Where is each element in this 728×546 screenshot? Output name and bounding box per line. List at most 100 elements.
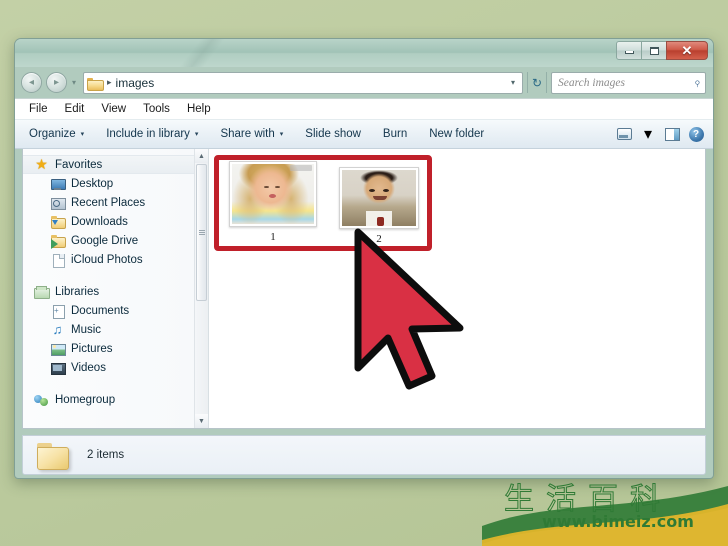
chevron-down-icon: ▾ [194, 131, 199, 138]
minimize-icon [624, 51, 634, 54]
page-icon [50, 253, 65, 268]
preview-pane-button[interactable] [661, 124, 683, 144]
burn-button[interactable]: Burn [383, 128, 407, 140]
menu-item-tools[interactable]: Tools [143, 103, 170, 115]
sidebar-label-desktop: Desktop [71, 177, 114, 190]
thumbnail-portrait-woman [232, 164, 314, 224]
sidebar-label-recent-places: Recent Places [71, 196, 146, 209]
menu-item-help[interactable]: Help [187, 103, 211, 115]
sidebar-label-favorites: Favorites [55, 158, 103, 171]
sidebar-item-google-drive[interactable]: Google Drive [23, 231, 208, 250]
sidebar-item-documents[interactable]: Documents [23, 301, 208, 320]
scroll-down-arrow-icon[interactable]: ▼ [195, 414, 208, 428]
file-item-1[interactable]: 1 [225, 161, 321, 243]
scroll-up-arrow-icon[interactable]: ▲ [195, 149, 208, 163]
sidebar-label-downloads: Downloads [71, 215, 128, 228]
forward-icon: ▸ [53, 77, 60, 88]
new-folder-button[interactable]: New folder [429, 128, 484, 140]
thumbnail-watermark [290, 165, 312, 171]
sidebar-label-libraries: Libraries [55, 285, 100, 298]
star-icon: ★ [35, 155, 48, 172]
sidebar-scrollbar[interactable]: ▲ ▼ [194, 149, 208, 428]
recent-places-icon [50, 196, 66, 210]
sidebar-item-music[interactable]: ♫ Music [23, 320, 208, 339]
slide-show-button[interactable]: Slide show [305, 128, 361, 140]
include-in-library-button[interactable]: Include in library ▾ [106, 128, 198, 140]
share-with-button[interactable]: Share with ▾ [220, 128, 283, 140]
thumbnail-1 [229, 161, 317, 227]
breadcrumb-images[interactable]: images [116, 76, 155, 90]
watermark-url: www.bimeiz.com [542, 512, 694, 531]
window-controls: ✕ [616, 41, 708, 60]
refresh-button[interactable]: ↻ [527, 72, 547, 93]
homegroup-icon [34, 393, 49, 407]
google-drive-folder-icon [50, 234, 66, 249]
chevron-down-icon: ▾ [80, 131, 85, 138]
sidebar-item-pictures[interactable]: Pictures [23, 339, 208, 358]
sidebar-label-documents: Documents [71, 304, 130, 317]
change-view-button[interactable] [613, 124, 635, 144]
change-view-caret-button[interactable]: ▾ [637, 124, 659, 144]
file-label-1: 1 [270, 231, 276, 243]
menu-item-view[interactable]: View [101, 103, 126, 115]
help-icon: ? [688, 126, 704, 142]
downloads-folder-icon [50, 215, 66, 229]
menu-item-file[interactable]: File [29, 103, 48, 115]
sidebar-label-pictures: Pictures [71, 342, 113, 355]
share-with-label: Share with [220, 128, 275, 140]
organize-button[interactable]: Organize ▾ [29, 128, 84, 140]
folder-icon [87, 77, 105, 91]
history-caret-icon[interactable]: ▾ [72, 78, 76, 87]
desktop-icon [50, 177, 66, 191]
maximize-icon [649, 46, 659, 55]
file-item-2[interactable]: 2 [331, 167, 427, 245]
help-button[interactable]: ? [685, 124, 707, 144]
menu-bar: File Edit View Tools Help [15, 98, 713, 119]
thumbnail-2 [339, 167, 419, 229]
libraries-icon [34, 285, 50, 299]
minimize-button[interactable] [616, 41, 642, 60]
close-button[interactable]: ✕ [666, 41, 708, 60]
maximize-button[interactable] [641, 41, 667, 60]
pictures-icon [50, 342, 66, 356]
explorer-body: ★ Favorites Desktop Recent Places Downlo… [22, 149, 706, 429]
close-icon: ✕ [681, 43, 693, 58]
sidebar-item-videos[interactable]: Videos [23, 358, 208, 377]
back-button[interactable]: ◂ [21, 72, 42, 93]
file-list-pane[interactable]: 1 2 [209, 149, 705, 428]
search-placeholder: Search images [558, 76, 625, 89]
decor [368, 189, 375, 193]
sidebar-label-google-drive: Google Drive [71, 234, 139, 247]
documents-icon [50, 304, 65, 319]
sidebar-item-icloud-photos[interactable]: iCloud Photos [23, 250, 208, 269]
sidebar-item-favorites[interactable]: ★ Favorites [23, 155, 208, 174]
menu-item-edit[interactable]: Edit [65, 103, 85, 115]
refresh-icon: ↻ [531, 75, 543, 90]
decor [275, 186, 281, 189]
breadcrumb-separator-icon: ▸ [107, 77, 112, 87]
status-item-count: 2 items [87, 449, 125, 461]
back-icon: ◂ [28, 77, 35, 88]
watermark: 生活百科 www.bimeiz.com [482, 468, 728, 546]
sidebar-item-libraries[interactable]: Libraries [23, 282, 208, 301]
sidebar-item-recent-places[interactable]: Recent Places [23, 193, 208, 212]
decor [373, 196, 388, 201]
sidebar-item-desktop[interactable]: Desktop [23, 174, 208, 193]
sidebar-label-homegroup: Homegroup [55, 393, 116, 406]
organize-label: Organize [29, 128, 76, 140]
address-bar-row: ◂ ▸ ▾ ▸ images ▾ ↻ Search images ⌕ [15, 67, 713, 98]
chevron-down-icon: ▾ [279, 131, 284, 138]
decor [382, 189, 389, 193]
address-bar[interactable]: ▸ images ▾ [83, 71, 523, 94]
videos-icon [50, 361, 66, 375]
sidebar-item-downloads[interactable]: Downloads [23, 212, 208, 231]
include-in-library-label: Include in library [106, 128, 190, 140]
sidebar-item-homegroup[interactable]: Homegroup [23, 390, 208, 409]
forward-button[interactable]: ▸ [46, 72, 67, 93]
chevron-down-icon[interactable]: ▾ [506, 78, 520, 87]
window-title-bar: ✕ [15, 39, 713, 67]
scrollbar-thumb[interactable] [196, 164, 207, 301]
search-input[interactable]: Search images ⌕ [551, 71, 706, 94]
thumbnail-portrait-man [342, 170, 416, 226]
preview-pane-icon [664, 127, 680, 141]
